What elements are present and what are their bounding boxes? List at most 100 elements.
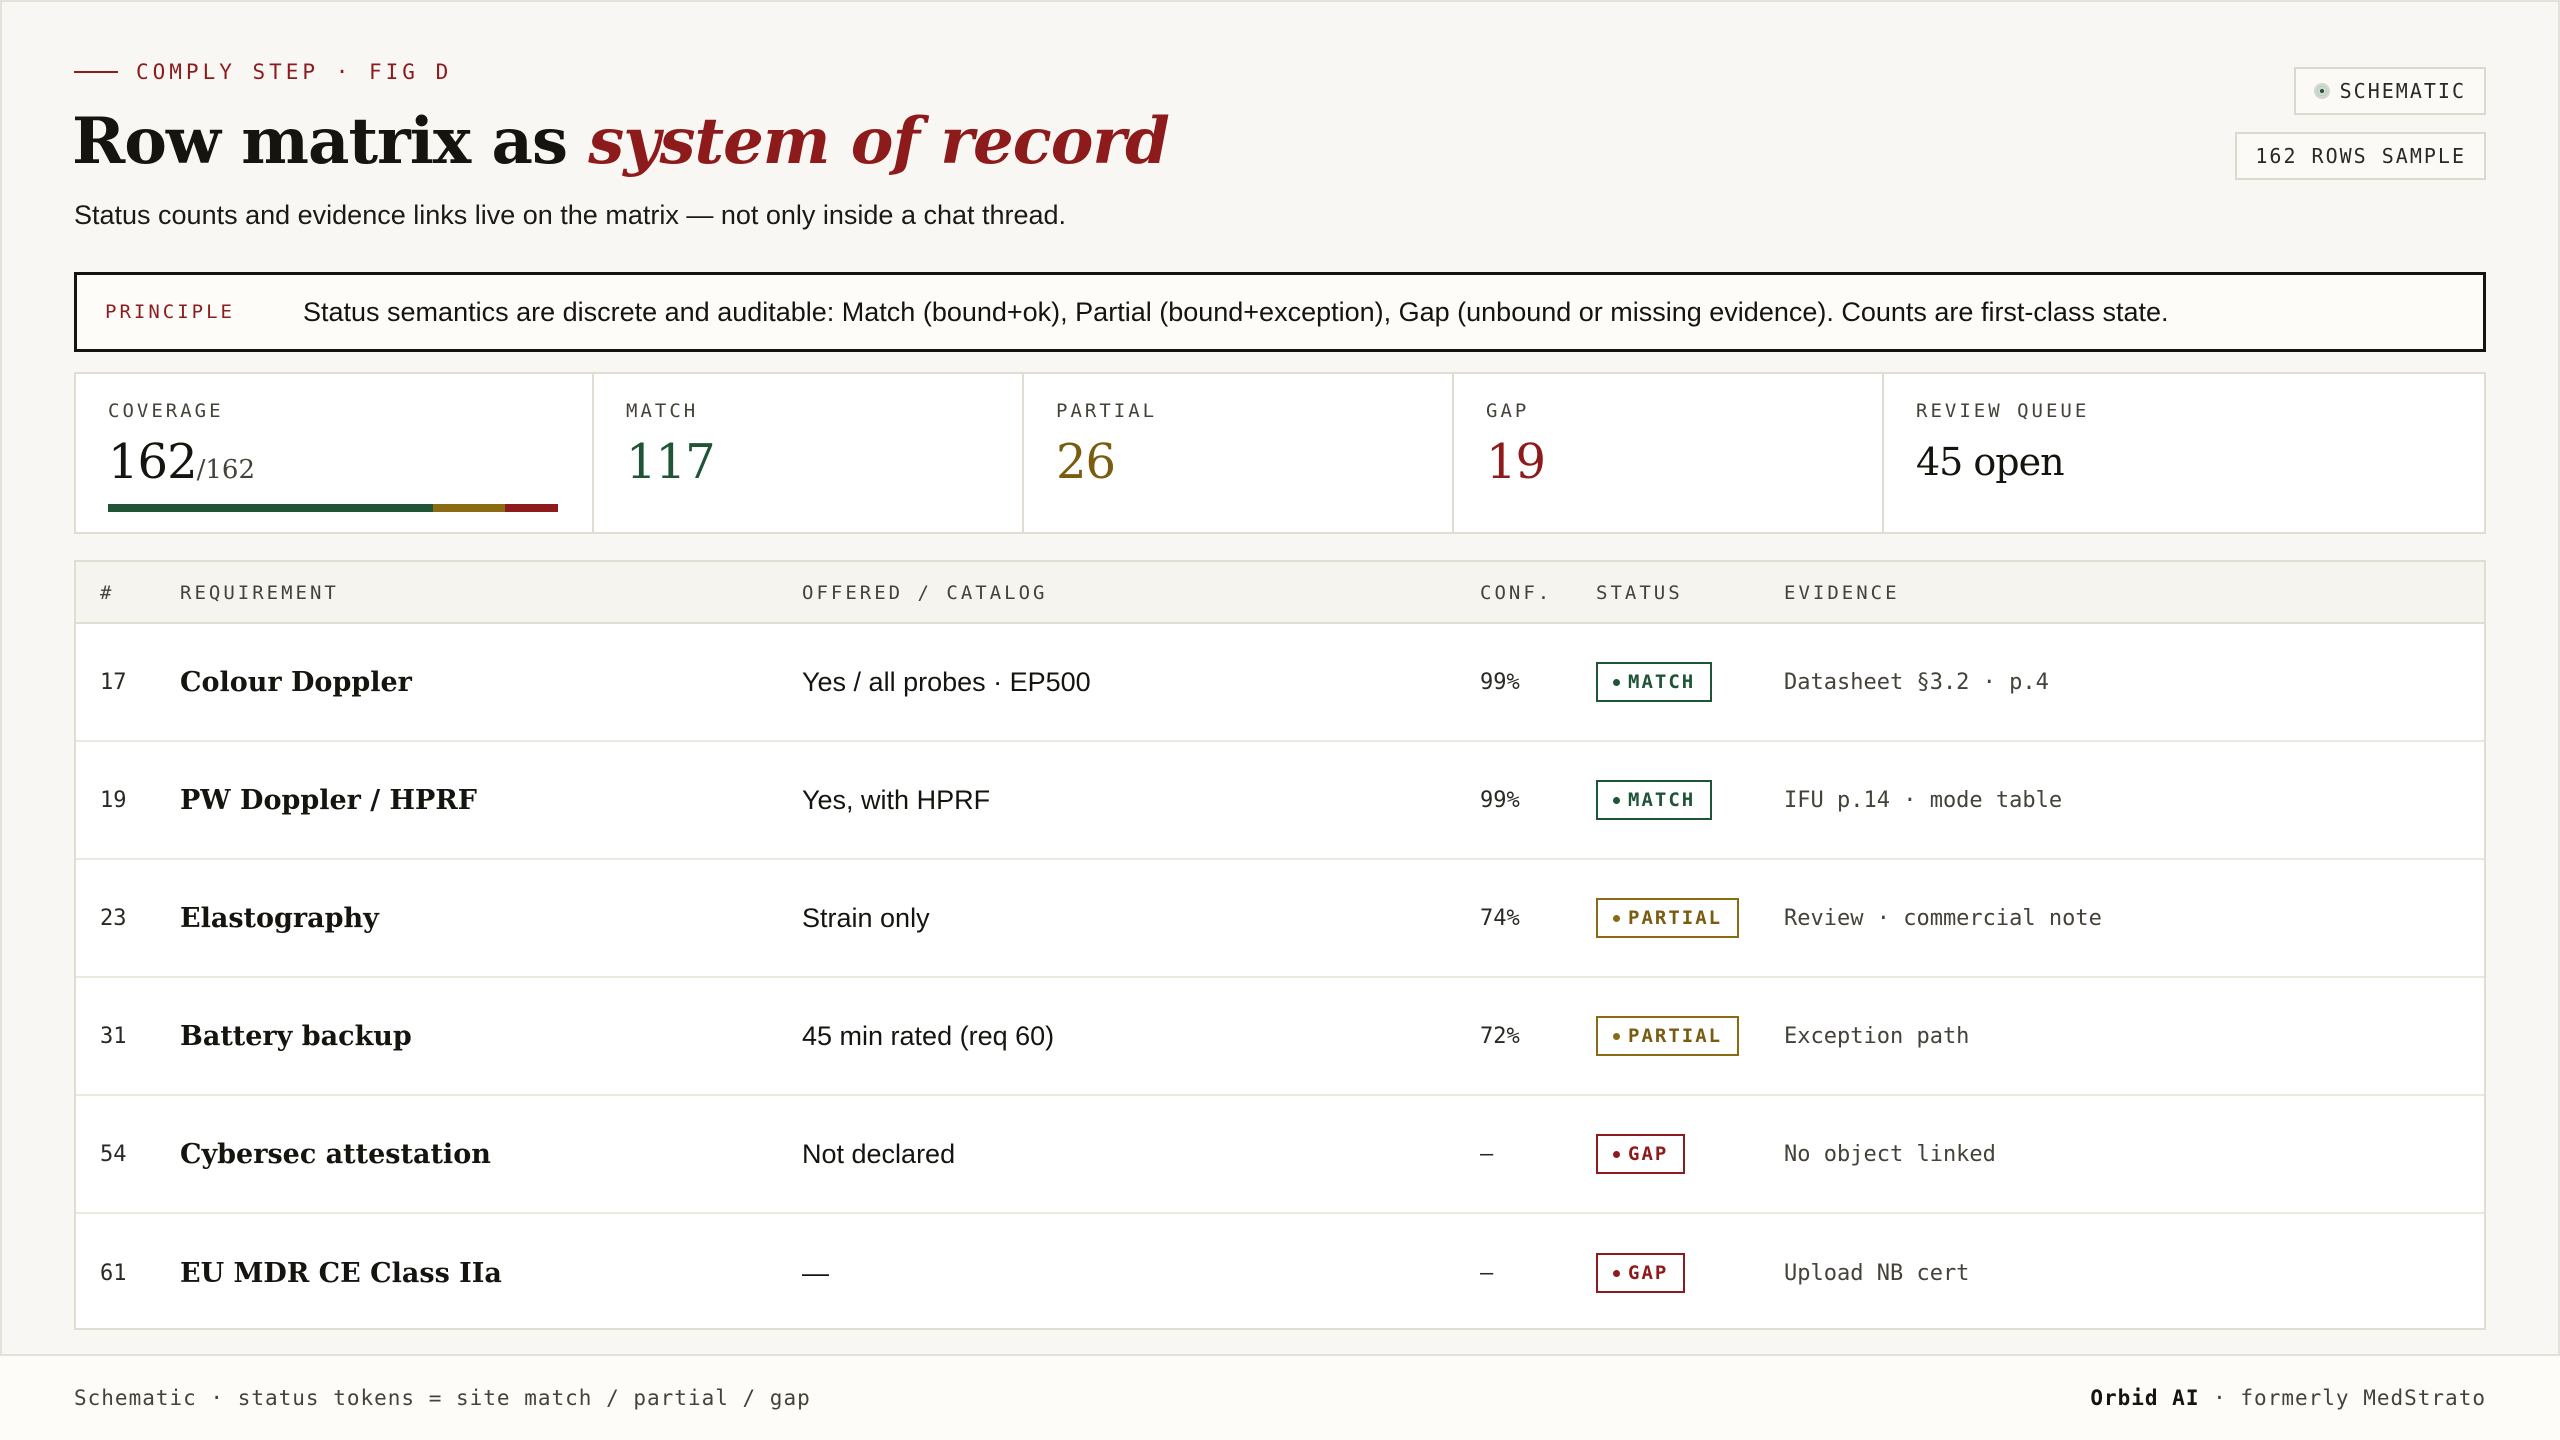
stat-coverage: COVERAGE 162/162	[76, 374, 594, 532]
principle-box: PRINCIPLE Status semantics are discrete …	[74, 272, 2486, 352]
offered-value: Not declared	[802, 1138, 956, 1169]
title-accent: system of record	[588, 104, 1170, 179]
col-requirement: REQUIREMENT	[180, 582, 339, 604]
row-number: 19	[100, 787, 127, 813]
confidence-value: 99%	[1480, 669, 1520, 695]
stat-partial-label: PARTIAL	[1056, 400, 1158, 422]
table-row[interactable]: 23 Elastography Strain only 74% PARTIAL Revie…	[76, 860, 2484, 978]
status-badge[interactable]: GAP	[1596, 1134, 1686, 1174]
table-row[interactable]: 19 PW Doppler / HPRF Yes, with HPRF 99% MATC…	[76, 742, 2484, 860]
requirement-name: Battery backup	[180, 1020, 412, 1052]
principle-tag: PRINCIPLE	[105, 301, 235, 323]
status-label: MATCH	[1628, 671, 1696, 693]
requirements-matrix: # REQUIREMENT OFFERED / CATALOG CONF. ST…	[74, 560, 2486, 1330]
row-number: 17	[100, 669, 127, 695]
row-number: 31	[100, 1023, 127, 1049]
confidence-value: —	[1480, 1260, 1494, 1286]
requirement-name: Colour Doppler	[180, 666, 412, 698]
requirement-name: Elastography	[180, 902, 379, 934]
evidence-link[interactable]: Exception path	[1784, 978, 1969, 1094]
status-dot-icon	[2313, 83, 2330, 99]
coverage-count: 162	[108, 434, 198, 490]
stat-match: MATCH 117	[594, 374, 1024, 532]
status-badge[interactable]: PARTIAL	[1596, 1016, 1740, 1056]
col-offered: OFFERED / CATALOG	[802, 582, 1048, 604]
status-dot-icon	[1613, 914, 1620, 922]
footer: Schematic · status tokens = site match /…	[0, 1354, 2560, 1440]
coverage-segment-partial	[433, 504, 506, 512]
coverage-segment-match	[108, 504, 433, 512]
rows-sample-chip: 162 ROWS SAMPLE	[2235, 132, 2486, 180]
status-badge[interactable]: PARTIAL	[1596, 898, 1740, 938]
schematic-chip: SCHEMATIC	[2293, 67, 2486, 115]
offered-value: —	[802, 1257, 829, 1288]
stat-review-queue[interactable]: REVIEW QUEUE 45 open	[1884, 374, 2484, 532]
evidence-link[interactable]: Review · commercial note	[1784, 860, 2102, 976]
confidence-value: 99%	[1480, 787, 1520, 813]
offered-value: Yes / all probes · EP500	[802, 666, 1091, 697]
status-dot-icon	[1613, 1150, 1620, 1158]
stat-queue-label: REVIEW QUEUE	[1916, 400, 2090, 422]
stat-gap-value: 19	[1486, 434, 1546, 490]
table-row[interactable]: 17 Colour Doppler Yes / all probes · EP500…	[76, 624, 2484, 742]
stat-queue-value: 45 open	[1916, 440, 2065, 484]
status-label: GAP	[1628, 1143, 1669, 1165]
offered-value: 45 min rated (req 60)	[802, 1020, 1055, 1051]
status-cell: MATCH	[1596, 624, 1713, 740]
status-badge[interactable]: MATCH	[1596, 662, 1713, 702]
evidence-link[interactable]: Datasheet §3.2 · p.4	[1784, 624, 2049, 740]
status-badge[interactable]: MATCH	[1596, 780, 1713, 820]
table-header: # REQUIREMENT OFFERED / CATALOG CONF. ST…	[76, 562, 2484, 624]
schematic-chip-label: SCHEMATIC	[2339, 79, 2466, 103]
footer-note: Schematic · status tokens = site match /…	[74, 1386, 811, 1410]
col-evidence: EVIDENCE	[1784, 582, 1900, 604]
row-number: 54	[100, 1141, 127, 1167]
row-number: 61	[100, 1260, 127, 1286]
status-label: PARTIAL	[1628, 1025, 1723, 1047]
status-dot-icon	[1613, 1032, 1620, 1040]
table-row[interactable]: 61 EU MDR CE Class IIa — — GAP Upload NB cert	[76, 1214, 2484, 1332]
status-label: MATCH	[1628, 789, 1696, 811]
col-status: STATUS	[1596, 582, 1683, 604]
status-cell: PARTIAL	[1596, 978, 1740, 1094]
offered-value: Strain only	[802, 902, 930, 933]
requirement-name: Cybersec attestation	[180, 1138, 491, 1170]
stat-partial-value: 26	[1056, 434, 1116, 490]
coverage-total: /162	[196, 455, 256, 485]
evidence-link[interactable]: No object linked	[1784, 1096, 1996, 1212]
coverage-segment-gap	[505, 504, 558, 512]
title-prefix: Row matrix as	[72, 104, 589, 179]
eyebrow: COMPLY STEP · FIG D	[74, 60, 452, 84]
table-row[interactable]: 54 Cybersec attestation Not declared — GAP No…	[76, 1096, 2484, 1214]
stat-coverage-value: 162/162	[108, 434, 592, 490]
stat-match-value: 117	[626, 434, 716, 490]
status-cell: PARTIAL	[1596, 860, 1740, 976]
coverage-bar	[108, 504, 558, 512]
requirement-name: PW Doppler / HPRF	[180, 784, 477, 816]
table-body: 17 Colour Doppler Yes / all probes · EP500…	[76, 624, 2484, 1332]
row-number: 23	[100, 905, 127, 931]
page-subtitle: Status counts and evidence links live on…	[74, 200, 1067, 230]
col-conf: CONF.	[1480, 582, 1553, 604]
eyebrow-label: COMPLY STEP · FIG D	[136, 60, 453, 84]
evidence-link[interactable]: Upload NB cert	[1784, 1214, 1969, 1332]
status-dot-icon	[1613, 678, 1620, 686]
status-dot-icon	[1613, 1269, 1620, 1277]
stat-coverage-label: COVERAGE	[108, 400, 224, 422]
brand-suffix: · formerly MedStrato	[2199, 1386, 2486, 1410]
table-row[interactable]: 31 Battery backup 45 min rated (req 60) 72%…	[76, 978, 2484, 1096]
stats-strip: COVERAGE 162/162 MATCH 117 PARTIAL 26 GA…	[74, 372, 2486, 534]
confidence-value: 72%	[1480, 1023, 1520, 1049]
confidence-value: 74%	[1480, 905, 1520, 931]
status-label: GAP	[1628, 1262, 1669, 1284]
status-cell: MATCH	[1596, 742, 1713, 858]
col-num: #	[100, 582, 115, 604]
confidence-value: —	[1480, 1141, 1494, 1167]
eyebrow-rule	[74, 71, 118, 73]
principle-text: Status semantics are discrete and audita…	[303, 296, 2169, 327]
stat-match-label: MATCH	[626, 400, 699, 422]
status-badge[interactable]: GAP	[1596, 1253, 1686, 1293]
status-cell: GAP	[1596, 1096, 1686, 1212]
status-dot-icon	[1613, 796, 1620, 804]
evidence-link[interactable]: IFU p.14 · mode table	[1784, 742, 2062, 858]
